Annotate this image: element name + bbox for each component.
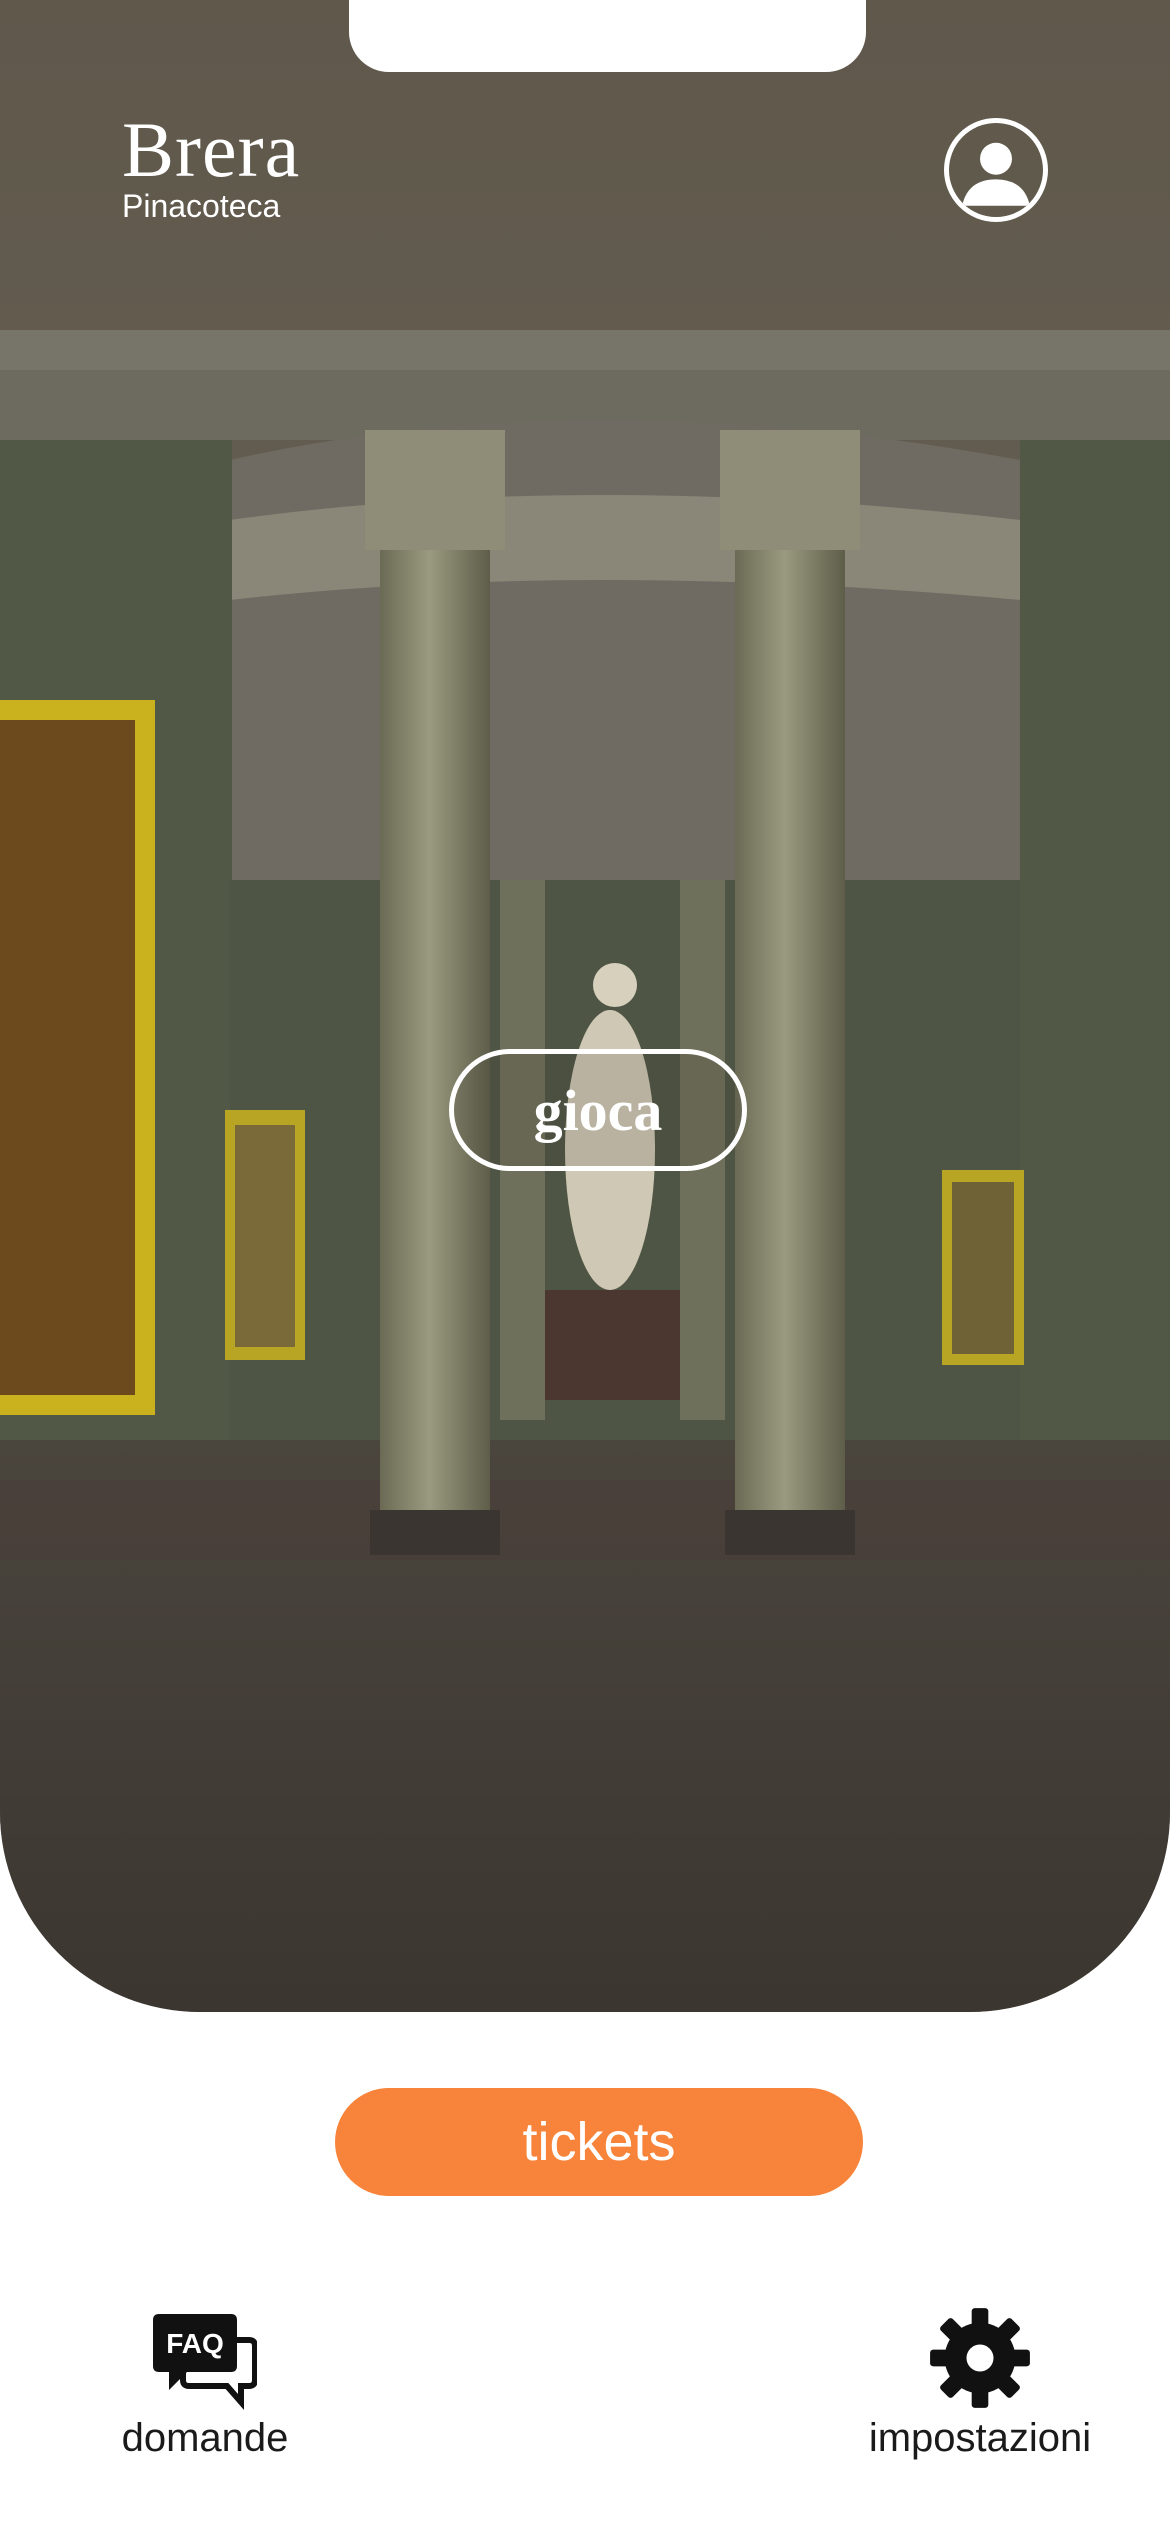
brand-title: Brera bbox=[122, 106, 301, 193]
play-button[interactable]: gioca bbox=[449, 1049, 747, 1171]
gear-icon bbox=[930, 2308, 1030, 2408]
brand-subtitle: Pinacoteca bbox=[122, 188, 281, 224]
faq-icon-text: FAQ bbox=[166, 2328, 224, 2359]
tickets-button[interactable]: tickets bbox=[335, 2088, 863, 2196]
user-profile-icon[interactable] bbox=[944, 118, 1048, 222]
nav-item-faq[interactable]: FAQ domande bbox=[110, 2310, 300, 2461]
museum-hall-illustration bbox=[0, 0, 1170, 2012]
faq-chat-icon: FAQ bbox=[153, 2314, 257, 2410]
nav-label-settings: impostazioni bbox=[868, 2416, 1092, 2460]
nav-item-settings[interactable]: impostazioni bbox=[860, 2306, 1100, 2461]
device-notch bbox=[349, 0, 866, 72]
nav-label-faq: domande bbox=[121, 2416, 289, 2460]
hero-museum-image: Brera Pinacoteca gioca bbox=[0, 0, 1170, 2012]
brand-logo: Brera Pinacoteca bbox=[122, 106, 301, 225]
